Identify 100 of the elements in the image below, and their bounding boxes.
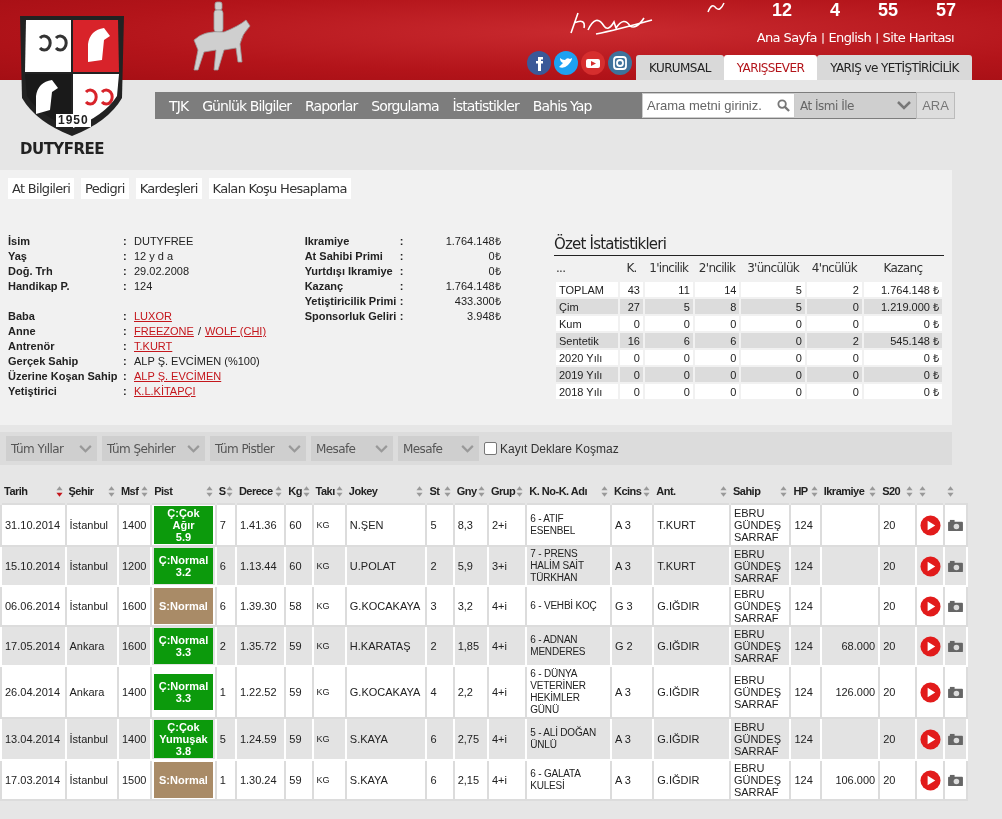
twitter-icon[interactable] [554,51,578,75]
summary-title: Özet İstatistikleri [554,235,944,256]
play-icon[interactable] [919,514,941,536]
camera-icon[interactable] [946,599,964,613]
sort-icon[interactable] [477,484,485,498]
header-tab[interactable]: YARIŞSEVER [723,55,818,80]
column-header[interactable]: Sahip [732,485,761,497]
column-header[interactable]: Kg [288,485,302,497]
search-field[interactable]: Arama metni giriniz. [642,93,795,118]
play-icon[interactable] [919,555,941,577]
filter-select[interactable]: Tüm Yıllar [6,436,97,461]
sort-icon[interactable] [869,484,877,498]
colon: : [123,309,128,322]
sort-icon[interactable] [302,484,310,498]
column-header[interactable]: S20 [882,485,901,497]
camera-icon[interactable] [946,518,964,532]
filter-select[interactable]: Tüm Pistler [210,436,306,461]
youtube-icon[interactable] [581,51,605,75]
sort-icon[interactable] [141,484,149,498]
sort-icon[interactable] [719,484,727,498]
sort-icon[interactable] [643,484,651,498]
sort-icon[interactable] [780,484,788,498]
camera-icon[interactable] [946,559,964,573]
header-link[interactable]: English [828,30,872,45]
facebook-icon[interactable] [527,51,551,75]
column-header[interactable]: HP [793,485,808,497]
time-cell: 1.13.44 [235,546,286,586]
filter-select[interactable]: Mesafe [311,436,393,461]
section-tab[interactable]: Kalan Koşu Hesaplama [208,178,351,199]
column-header[interactable]: K. No-K. Adı [529,485,587,497]
nav-item[interactable]: Günlük Bilgiler [195,97,298,114]
sort-icon[interactable] [107,484,115,498]
sort-icon[interactable] [516,484,524,498]
value-link[interactable]: T.KURT [134,339,173,352]
instagram-icon[interactable] [608,51,632,75]
sort-icon[interactable] [275,484,283,498]
camera-icon[interactable] [946,773,964,787]
nav-item[interactable]: Sorgulama [364,97,446,114]
nav-item[interactable]: İstatistikler [445,97,526,114]
race-cell: 6 - GALATA KULESİ [526,760,611,800]
column-header[interactable]: Ikramiye [823,485,865,497]
sort-icon[interactable] [416,484,424,498]
trainer-cell: G.IĞDIR [653,626,730,666]
column-header[interactable]: Kcins [613,485,642,497]
camera-icon[interactable] [946,732,964,746]
sort-icon[interactable] [810,484,818,498]
checkbox[interactable] [484,442,497,455]
sort-icon[interactable] [205,484,213,498]
colon: : [399,309,405,322]
header-tab[interactable]: YARIŞ ve YETİŞTİRİCİLİK [817,55,972,80]
section-tab[interactable]: At Bilgileri [8,178,75,199]
play-icon[interactable] [919,635,941,657]
play-icon[interactable] [919,595,941,617]
play-icon[interactable] [919,728,941,750]
column-header[interactable]: Gny [456,485,477,497]
sort-icon[interactable] [600,484,608,498]
time-cell: 1.24.59 [235,718,286,760]
nav-item[interactable]: Bahis Yap [525,97,599,114]
search-mode-select[interactable]: At İsmi İle [795,93,916,118]
column-header[interactable]: Ant. [656,485,676,497]
column-header[interactable]: Msf [120,485,139,497]
section-tab[interactable]: Pedigri [81,178,129,199]
owner-cell: EBRU GÜNDEŞ SARRAF [729,626,791,666]
column-header[interactable]: Şehir [68,485,94,497]
camera-icon[interactable] [946,685,964,699]
column-header[interactable]: St [429,485,440,497]
sort-icon[interactable] [906,484,914,498]
value-link[interactable]: K.L.KİTAPÇI [134,384,196,397]
sort-icon[interactable] [946,484,954,498]
handicap-cell: 124 [790,504,821,546]
column-header[interactable]: Grup [490,485,516,497]
column-header: ... [555,260,567,277]
value-link[interactable]: WOLF (CHI) [204,324,267,337]
sort-icon[interactable] [55,484,63,498]
play-icon[interactable] [919,681,941,703]
filter-select[interactable]: Tüm Şehirler [102,436,205,461]
section-tab[interactable]: Kardeşleri [135,178,202,199]
header-link[interactable]: Ana Sayfa [756,30,817,45]
column-header[interactable]: Jokey [348,485,378,497]
time-cell: 1.35.72 [235,626,286,666]
value-link[interactable]: ALP Ş. EVCİMEN [134,369,222,382]
column-header[interactable]: Tarih [4,485,28,497]
header-link[interactable]: Site Haritası [882,30,954,45]
column-header[interactable]: Pist [154,485,173,497]
column-header[interactable]: S [218,485,226,497]
sort-icon[interactable] [225,484,233,498]
sort-icon[interactable] [919,484,927,498]
camera-icon[interactable] [946,639,964,653]
value-link[interactable]: LUXOR [134,309,172,322]
play-icon[interactable] [919,769,941,791]
class-cell: G 3 [610,586,654,626]
nav-item[interactable]: TJK [155,97,196,114]
nav-item[interactable]: Raporlar [298,97,365,114]
sort-icon[interactable] [443,484,451,498]
value-link[interactable]: FREEZONE [134,324,194,337]
header-tab[interactable]: KURUMSAL [636,55,724,80]
column-header[interactable]: Derece [238,485,273,497]
sort-icon[interactable] [335,484,343,498]
filter-select[interactable]: Mesafe [398,436,479,461]
column-header[interactable]: Takı [315,485,335,497]
